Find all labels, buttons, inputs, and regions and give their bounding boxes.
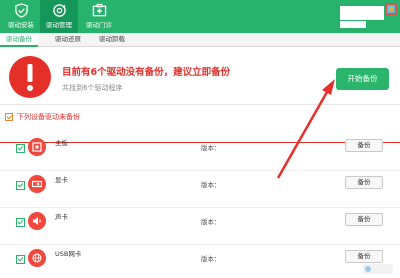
nav-label: 驱动门诊 — [86, 21, 112, 29]
tab-driver-uninstall[interactable]: 驱动卸载 — [92, 33, 132, 47]
backup-button[interactable]: 备份 — [345, 176, 383, 189]
speaker-icon — [28, 212, 46, 230]
driver-version-label: 版本： — [201, 218, 221, 226]
nav-label: 驱动管理 — [46, 21, 72, 29]
sub-tab-bar: 驱动备份 驱动还原 驱动卸载 — [0, 33, 400, 47]
driver-row: USB网卡 版本： 备份 — [0, 245, 400, 278]
driver-checkbox[interactable] — [16, 144, 25, 153]
graphics-card-icon — [28, 175, 46, 193]
refresh-gear-icon — [53, 4, 66, 17]
backup-button[interactable]: 备份 — [345, 213, 383, 226]
section-title: 下列设备驱动未备份 — [17, 113, 80, 121]
driver-row: 声卡 版本： 备份 — [0, 208, 400, 245]
nav-driver-clinic[interactable]: 驱动门诊 — [80, 0, 118, 33]
start-backup-button[interactable]: 开始备份 — [336, 68, 389, 90]
driver-checkbox[interactable] — [16, 218, 25, 227]
select-all-checkbox[interactable] — [5, 113, 13, 121]
motherboard-icon — [28, 138, 46, 156]
brand-area — [340, 6, 384, 20]
nav-label: 驱动安装 — [8, 21, 34, 29]
driver-checkbox[interactable] — [16, 181, 25, 190]
globe-icon — [28, 249, 46, 267]
driver-name: 声卡 — [55, 213, 68, 221]
warning-icon — [9, 56, 51, 98]
driver-name: 显卡 — [55, 176, 68, 184]
app-header: 驱动安装 驱动管理 驱动门诊 — [0, 0, 400, 33]
window-controls-icon[interactable] — [385, 3, 397, 15]
watermark-logo-icon — [363, 264, 393, 274]
backup-button[interactable]: 备份 — [345, 250, 383, 263]
first-aid-icon — [92, 3, 107, 17]
driver-name: 主板 — [55, 139, 68, 147]
nav-driver-manage[interactable]: 驱动管理 — [40, 0, 78, 33]
driver-version-label: 版本： — [201, 255, 221, 263]
tab-driver-backup[interactable]: 驱动备份 — [0, 33, 38, 47]
backup-button[interactable]: 备份 — [345, 139, 383, 152]
driver-name: USB网卡 — [55, 250, 82, 258]
nav-driver-install[interactable]: 驱动安装 — [2, 0, 40, 33]
shield-check-icon — [15, 3, 28, 18]
driver-version-label: 版本： — [201, 144, 221, 152]
brand-area-sub — [340, 21, 366, 28]
driver-checkbox[interactable] — [16, 255, 25, 264]
alert-subtitle: 共找到6个驱动程序 — [62, 84, 123, 92]
alert-title: 目前有6个驱动没有备份，建议立即备份 — [62, 67, 231, 78]
driver-version-label: 版本： — [201, 181, 221, 189]
driver-row: 主板 版本： 备份 — [0, 134, 400, 171]
tab-driver-restore[interactable]: 驱动还原 — [48, 33, 88, 47]
driver-row: 显卡 版本： 备份 — [0, 171, 400, 208]
